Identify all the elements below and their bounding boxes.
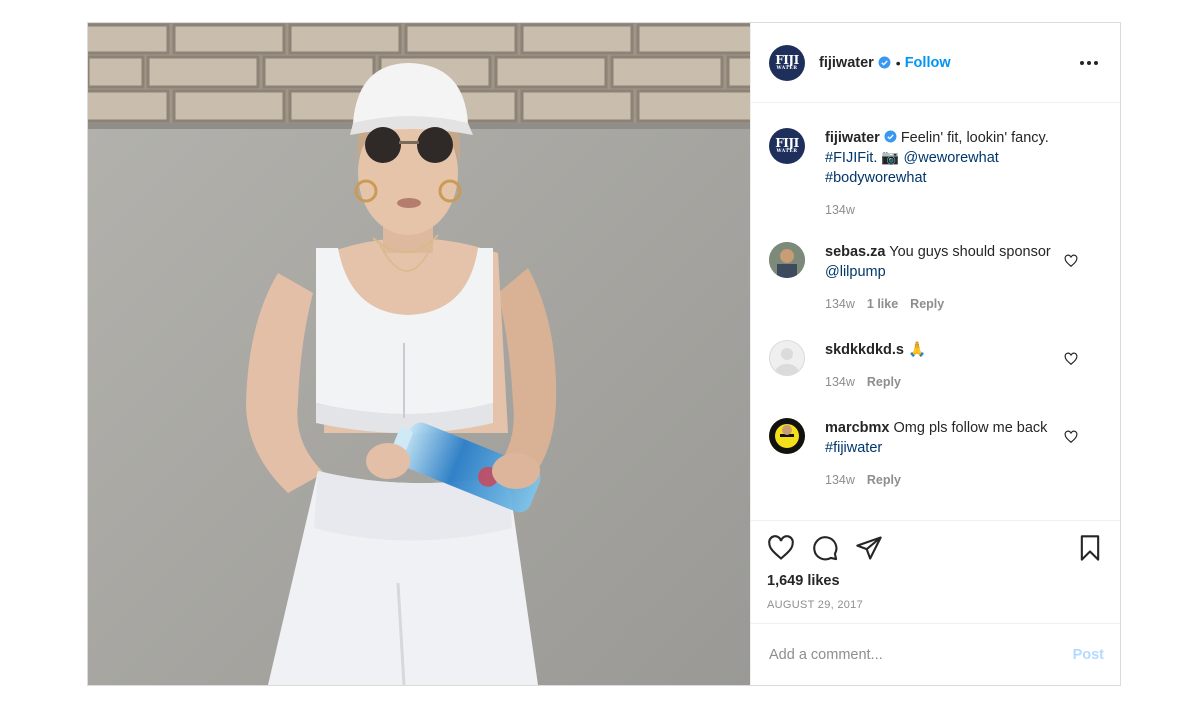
commenter-avatar[interactable] (769, 418, 805, 454)
comment-bubble-icon[interactable] (811, 534, 839, 562)
save-bookmark-icon[interactable] (1076, 534, 1104, 562)
likes-count[interactable]: 1,649 likes (767, 573, 1104, 589)
comment-item: sebas.za You guys should sponsor @lilpum… (769, 242, 1102, 340)
caption-mention[interactable]: @weworewhat (904, 150, 999, 166)
comment-item: marcbmx Omg pls follow me back #fijiwate… (769, 418, 1102, 508)
separator-dot: • (895, 54, 901, 71)
caption-hashtag[interactable]: #FIJIFit. (825, 150, 877, 166)
post-comment-button[interactable]: Post (1073, 647, 1104, 663)
account-avatar[interactable]: FIJI WATER (769, 44, 805, 81)
share-paper-plane-icon[interactable] (855, 534, 883, 562)
post-photo[interactable] (88, 23, 750, 685)
like-comment-icon[interactable] (1064, 254, 1078, 268)
commenter-avatar[interactable] (769, 340, 805, 376)
caption-username[interactable]: fijiwater (825, 130, 880, 146)
avatar-logo-text: FIJI (775, 52, 799, 67)
post-header: FIJI WATER fijiwater • Follow (751, 23, 1120, 103)
comment-mention[interactable]: @lilpump (825, 264, 886, 280)
avatar-logo-subtext: WATER (776, 149, 798, 155)
post-panel: FIJI WATER fijiwater • Follow FIJI WATER (750, 23, 1120, 685)
comment-username[interactable]: skdkkdkd.s (825, 342, 904, 358)
add-comment-box: Post (751, 623, 1120, 685)
caption-body: fijiwater Feelin' fit, lookin' fancy. #F… (825, 128, 1102, 242)
comment-username[interactable]: marcbmx (825, 420, 889, 436)
caption-meta: 134w (825, 200, 1062, 220)
comment-meta: 134w Reply (825, 372, 1062, 392)
account-username[interactable]: fijiwater (819, 55, 874, 71)
post-date[interactable]: AUGUST 29, 2017 (767, 599, 1104, 611)
comment-timestamp[interactable]: 134w (825, 294, 855, 314)
comment-body: sebas.za You guys should sponsor @lilpum… (825, 242, 1102, 340)
comment-likes[interactable]: 1 like (867, 294, 898, 314)
comment-item: skdkkdkd.s 🙏 134w Reply (769, 340, 1102, 418)
caption-timestamp[interactable]: 134w (825, 200, 855, 220)
caption: FIJI WATER fijiwater Feelin' fit, lookin… (769, 128, 1102, 242)
comment-username[interactable]: sebas.za (825, 244, 885, 260)
comment-hashtag[interactable]: #fijiwater (825, 440, 882, 456)
instagram-post: FIJI WATER fijiwater • Follow FIJI WATER (87, 22, 1121, 686)
avatar-logo-subtext: WATER (776, 65, 798, 71)
like-comment-icon[interactable] (1064, 352, 1078, 366)
reply-button[interactable]: Reply (867, 470, 901, 490)
reply-button[interactable]: Reply (867, 372, 901, 392)
caption-text: Feelin' fit, lookin' fancy. (896, 130, 1049, 146)
action-icons (767, 533, 1104, 563)
comment-text: 🙏 (904, 342, 927, 358)
comment-meta: 134w 1 like Reply (825, 294, 1062, 314)
verified-badge-icon (878, 56, 891, 69)
caption-avatar[interactable]: FIJI WATER (769, 128, 805, 164)
comment-body: marcbmx Omg pls follow me back #fijiwate… (825, 418, 1102, 508)
post-actions: 1,649 likes AUGUST 29, 2017 (751, 520, 1120, 611)
comment-text: Omg pls follow me back (889, 420, 1048, 436)
camera-emoji: 📷 (881, 150, 900, 166)
commenter-avatar[interactable] (769, 242, 805, 278)
comments-list[interactable]: FIJI WATER fijiwater Feelin' fit, lookin… (751, 104, 1120, 520)
comment-timestamp[interactable]: 134w (825, 470, 855, 490)
comment-body: skdkkdkd.s 🙏 134w Reply (825, 340, 1102, 418)
comment-timestamp[interactable]: 134w (825, 372, 855, 392)
like-heart-icon[interactable] (767, 534, 795, 562)
more-options-icon[interactable] (1076, 55, 1102, 71)
verified-badge-icon (884, 130, 897, 143)
follow-button[interactable]: Follow (905, 55, 951, 71)
like-comment-icon[interactable] (1064, 430, 1078, 444)
reply-button[interactable]: Reply (910, 294, 944, 314)
avatar-logo-text: FIJI (775, 136, 799, 151)
comment-text: You guys should sponsor (885, 244, 1051, 260)
comment-input[interactable] (769, 646, 1073, 663)
caption-hashtag-2[interactable]: #bodyworewhat (825, 170, 927, 186)
comment-meta: 134w Reply (825, 470, 1062, 490)
